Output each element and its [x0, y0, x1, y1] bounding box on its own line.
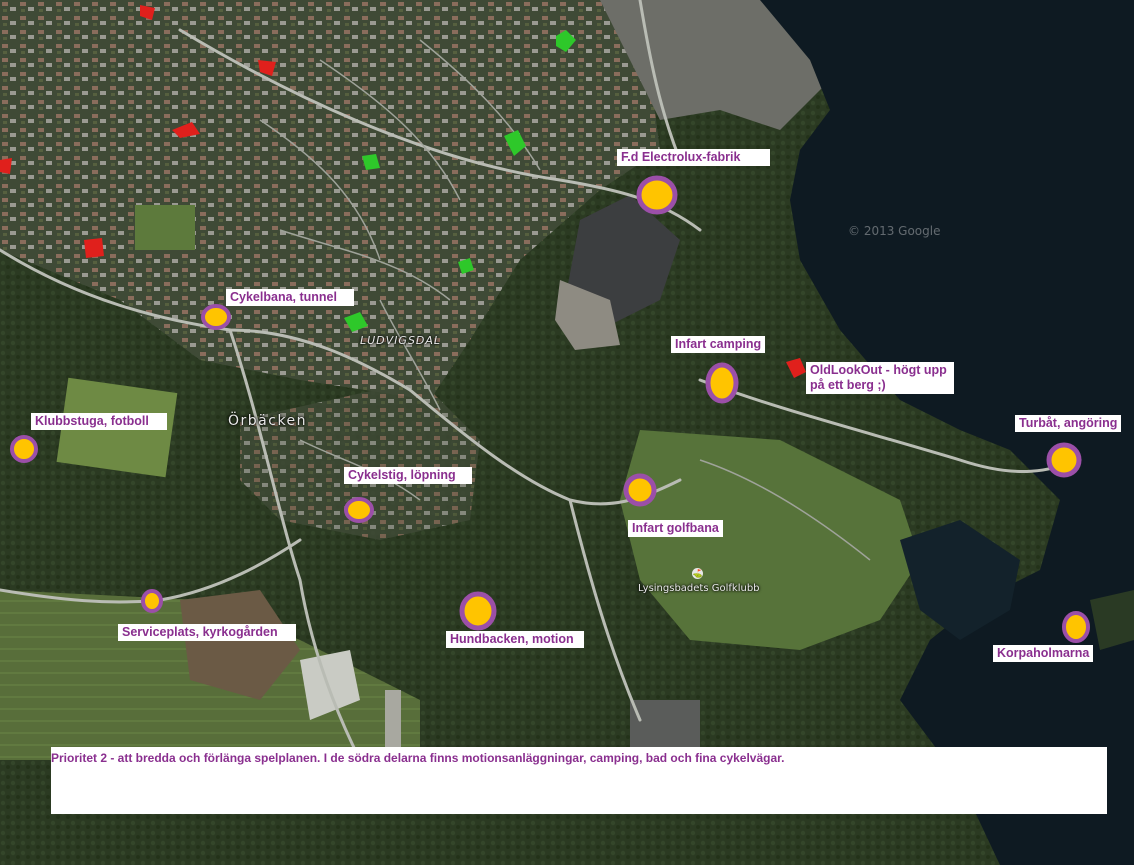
- marker-turbat: [1046, 442, 1082, 478]
- place-label-orbacken: Örbäcken: [228, 413, 308, 429]
- marker-cykelbana: [201, 304, 231, 330]
- label-klubbstuga: Klubbstuga, fotboll: [31, 413, 167, 430]
- field-north: [135, 205, 195, 250]
- label-cykelstig: Cykelstig, löpning: [344, 467, 472, 484]
- golf-icon: ⛳: [692, 568, 703, 579]
- label-electrolux: F.d Electrolux-fabrik: [617, 149, 770, 166]
- label-infart-camping: Infart camping: [671, 336, 766, 353]
- map-watermark: © 2013 Google: [848, 224, 941, 238]
- marker-cykelstig: [344, 497, 374, 523]
- label-infart-golfbana: Infart golfbana: [628, 520, 723, 537]
- label-oldlookout: OldLookOut - högt upp på ett berg ;): [806, 362, 954, 394]
- marker-infart-golfbana: [623, 473, 657, 507]
- priority-note: Prioritet 2 - att bredda och förlänga sp…: [51, 747, 1107, 814]
- marker-infart-camping: [705, 362, 739, 404]
- place-label-golf-club: Lysingsbadets Golfklubb: [638, 583, 760, 594]
- plant-south: [630, 700, 700, 750]
- satellite-map[interactable]: [0, 0, 1134, 865]
- marker-hundbacken: [459, 591, 497, 631]
- priority-note-text: Prioritet 2 - att bredda och förlänga sp…: [51, 751, 785, 765]
- marker-serviceplats: [141, 589, 163, 613]
- label-turbat: Turbåt, angöring: [1015, 415, 1122, 432]
- label-hundbacken: Hundbacken, motion: [446, 631, 584, 648]
- label-korpaholmarna: Korpaholmarna: [993, 645, 1094, 662]
- label-cykelbana: Cykelbana, tunnel: [226, 289, 354, 306]
- marker-korpaholmarna: [1062, 611, 1090, 643]
- label-serviceplats: Serviceplats, kyrkogården: [118, 624, 296, 641]
- place-label-ludvigsdal: LUDVIGSDAL: [360, 334, 442, 347]
- marker-electrolux: [636, 175, 678, 215]
- marker-klubbstuga: [10, 435, 38, 463]
